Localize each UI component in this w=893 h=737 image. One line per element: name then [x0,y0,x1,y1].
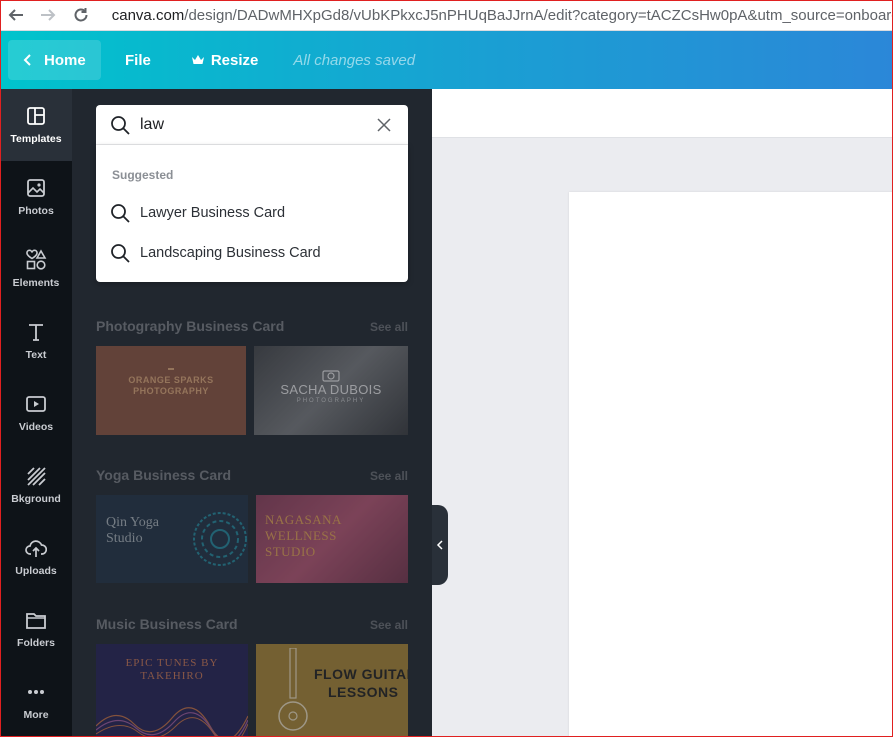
text-icon [29,324,43,341]
rail-item-videos[interactable]: Videos [0,377,72,449]
editor-header: Home File Resize All changes saved [0,31,893,89]
rail-item-folders[interactable]: Folders [0,593,72,665]
rail-label: More [23,709,49,721]
rail-label: Text [25,349,47,361]
rail-item-uploads[interactable]: Uploads [0,521,72,593]
elements-icon [26,249,47,270]
chevron-left-icon [436,540,443,550]
suggestion-item[interactable]: Landscaping Business Card [96,233,408,273]
back-arrow-icon [8,9,24,21]
address-bar[interactable]: canva.com/design/DADwMHXpGd8/vUbKPkxcJ5n… [105,7,893,24]
rail-item-more[interactable]: More [0,665,72,737]
design-page[interactable] [569,192,893,737]
reload-button[interactable] [65,0,97,31]
folder-icon [26,613,46,629]
file-menu-button[interactable]: File [125,52,151,69]
suggested-heading: Suggested [112,168,174,182]
rail-item-photos[interactable]: Photos [0,161,72,233]
rail-label: Videos [18,421,54,433]
side-rail: Templates Photos Elements Text Videos Bk… [0,89,72,737]
resize-button[interactable]: Resize [191,51,259,69]
template-search-bar[interactable] [96,105,408,145]
rail-item-elements[interactable]: Elements [0,233,72,305]
search-input[interactable] [140,115,360,134]
rail-label: Templates [10,133,62,145]
search-icon [111,204,130,223]
suggestion-item[interactable]: Lawyer Business Card [96,193,408,233]
rail-item-templates[interactable]: Templates [0,89,72,161]
url-host: canva.com [111,6,185,24]
url-path: /design/DADwMHXpGd8/vUbKPkxcJ5nPHUqBaJJr… [184,6,893,24]
home-button[interactable]: Home [8,40,101,80]
rail-item-background[interactable]: Bkground [0,449,72,521]
rail-item-text[interactable]: Text [0,305,72,377]
photos-icon [27,179,45,197]
rail-label: Uploads [15,565,57,577]
videos-icon [26,396,46,412]
reload-icon [74,8,88,22]
search-suggestions-dropdown: Suggested Lawyer Business Card Landscapi… [96,145,408,282]
resize-label: Resize [210,51,259,69]
templates-icon [27,107,45,125]
browser-toolbar: canva.com/design/DADwMHXpGd8/vUbKPkxcJ5n… [0,0,893,31]
crown-icon [191,55,204,64]
rail-label: Bkground [11,493,61,505]
collapse-panel-button[interactable] [432,505,448,585]
forward-button[interactable] [32,0,64,31]
search-icon [111,115,130,135]
background-icon [27,467,46,486]
rail-label: Folders [17,637,55,649]
rail-label: Elements [12,277,60,289]
back-button[interactable] [0,0,32,31]
home-label: Home [44,51,86,69]
forward-arrow-icon [41,9,56,21]
search-icon [111,244,130,263]
more-dots-icon [28,690,44,694]
chevron-left-icon [23,54,31,66]
cloud-upload-icon [25,540,47,557]
suggestion-label: Landscaping Business Card [140,245,321,261]
suggestion-label: Lawyer Business Card [140,205,286,221]
save-status: All changes saved [293,51,416,69]
file-label: File [125,51,151,69]
canvas-toolbar [432,89,893,138]
clear-search-icon[interactable] [376,117,392,133]
rail-label: Photos [18,205,54,217]
